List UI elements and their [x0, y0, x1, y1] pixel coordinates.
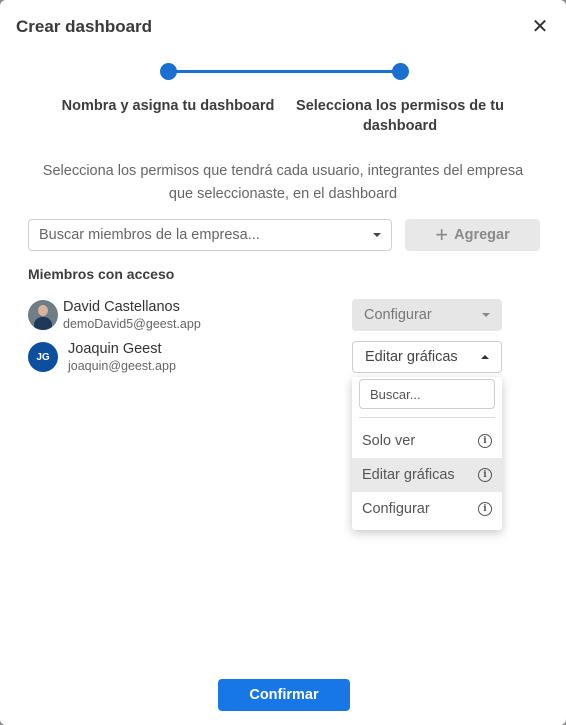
stepper-line [168, 70, 400, 73]
option-solo-ver[interactable]: Solo ver i [352, 424, 502, 458]
permission-value: Configurar [364, 307, 432, 323]
stepper: Nombra y asigna tu dashboard Selecciona … [0, 60, 566, 140]
permission-select-joaquin[interactable]: Editar gráficas [352, 341, 502, 373]
member-search-input[interactable] [39, 227, 373, 243]
add-member-button[interactable]: + Agregar [405, 219, 540, 251]
dropdown-divider [359, 417, 495, 418]
member-email: joaquin@geest.app [68, 359, 176, 373]
info-icon[interactable]: i [478, 434, 492, 448]
member-email: demoDavid5@geest.app [63, 317, 201, 331]
option-label: Solo ver [362, 433, 416, 449]
avatar: JG [28, 342, 58, 372]
step-1-label: Nombra y asigna tu dashboard [61, 98, 275, 114]
permission-search-input[interactable] [359, 379, 495, 409]
member-search-select[interactable] [28, 219, 392, 251]
permission-select-david: Configurar [352, 299, 502, 331]
chevron-down-icon[interactable] [373, 233, 381, 237]
option-editar-graficas[interactable]: Editar gráficas i [352, 458, 502, 492]
step-2-label: Selecciona los permisos de tu dashboard [296, 98, 504, 134]
permissions-description: Selecciona los permisos que tendrá cada … [42, 163, 524, 202]
option-configurar[interactable]: Configurar i [352, 492, 502, 526]
option-label: Configurar [362, 501, 430, 517]
members-section-title: Miembros con acceso [28, 266, 175, 282]
step-2-dot [392, 63, 409, 80]
member-name: Joaquin Geest [68, 341, 162, 357]
step-1-dot [160, 63, 177, 80]
info-icon[interactable]: i [478, 468, 492, 482]
plus-icon: + [435, 222, 449, 247]
avatar-head [38, 305, 48, 316]
close-icon[interactable]: ✕ [528, 15, 552, 39]
chevron-down-icon [482, 313, 490, 317]
avatar [28, 300, 58, 330]
create-dashboard-modal: Crear dashboard ✕ Nombra y asigna tu das… [0, 0, 566, 725]
member-name: David Castellanos [63, 299, 180, 315]
option-label: Editar gráficas [362, 467, 455, 483]
modal-title: Crear dashboard [16, 17, 153, 36]
confirm-button[interactable]: Confirmar [218, 679, 350, 711]
info-icon[interactable]: i [478, 502, 492, 516]
permission-value: Editar gráficas [365, 349, 458, 365]
avatar-body [34, 317, 52, 330]
add-button-label: Agregar [454, 227, 510, 243]
permission-dropdown-menu: Solo ver i Editar gráficas i Configurar … [352, 377, 502, 530]
chevron-up-icon[interactable] [481, 355, 489, 359]
